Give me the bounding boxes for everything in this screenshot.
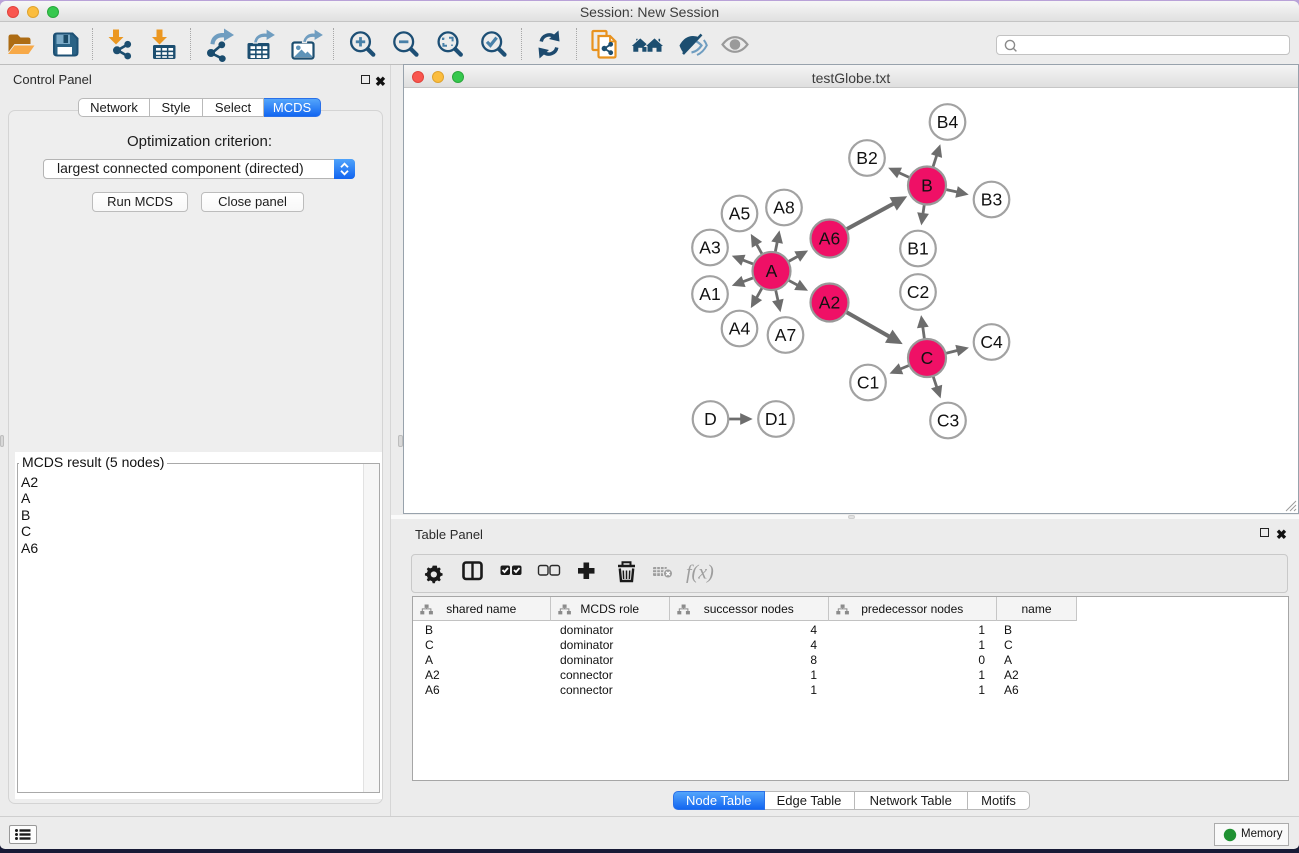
svg-text:C: C — [921, 348, 934, 368]
svg-text:B2: B2 — [856, 148, 877, 168]
svg-text:A6: A6 — [819, 229, 840, 249]
svg-text:C1: C1 — [857, 373, 879, 393]
svg-text:C2: C2 — [907, 282, 929, 302]
svg-text:B3: B3 — [981, 190, 1002, 210]
svg-text:B4: B4 — [937, 112, 959, 132]
svg-text:C3: C3 — [937, 411, 959, 431]
svg-text:D1: D1 — [765, 409, 787, 429]
svg-text:A7: A7 — [775, 325, 796, 345]
svg-text:A: A — [766, 261, 778, 281]
svg-text:B1: B1 — [907, 239, 928, 259]
svg-text:A4: A4 — [729, 319, 751, 339]
svg-text:A3: A3 — [699, 238, 720, 258]
svg-text:C4: C4 — [980, 332, 1003, 352]
svg-text:A1: A1 — [699, 284, 720, 304]
svg-text:f(x): f(x) — [686, 562, 714, 584]
svg-text:A2: A2 — [819, 293, 840, 313]
svg-text:A5: A5 — [729, 204, 750, 224]
svg-text:D: D — [704, 409, 717, 429]
svg-text:A8: A8 — [773, 198, 794, 218]
svg-text:B: B — [921, 176, 933, 196]
